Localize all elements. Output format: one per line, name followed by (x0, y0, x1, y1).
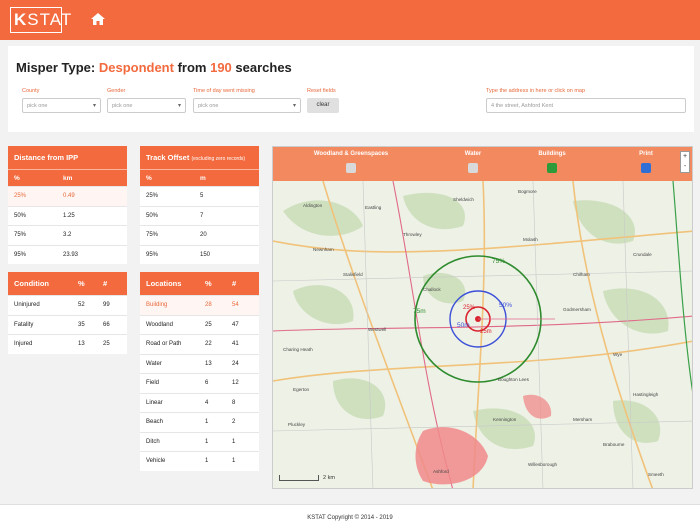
water-layer-label: Water (464, 151, 482, 157)
table-row: 75% 3.2 (8, 225, 127, 245)
place-label: Smeeth (648, 472, 664, 477)
home-icon[interactable] (90, 12, 106, 26)
track-offset-title: Track Offset (excluding zero records) (140, 146, 259, 169)
distance-title: Distance from IPP (8, 146, 127, 169)
zoom-in-button[interactable]: + (681, 152, 689, 162)
table-row: Fatality 35 66 (8, 314, 127, 335)
top-nav-bar: KSTAT (0, 0, 700, 40)
table-row: 75% 20 (140, 225, 259, 245)
address-label: Type the address in here or click on map (486, 88, 586, 94)
table-row: 50% 7 (140, 205, 259, 226)
place-label: Molash (523, 237, 538, 242)
distance-table: Distance from IPP % km 25% 0.49 50% 1.25 75… (8, 146, 127, 264)
table-row: Vehicle 1 1 (140, 451, 259, 471)
search-count: 190 (210, 60, 232, 75)
place-label: Egerton (293, 387, 310, 392)
time-select[interactable]: pick one ▾ (193, 98, 301, 113)
kstat-logo[interactable]: KSTAT (10, 7, 71, 33)
place-label: Charing Heath (283, 347, 313, 352)
footer: KSTAT Copyright © 2014 - 2019 (0, 504, 700, 531)
ring-label-25b: 25m (480, 329, 492, 335)
table-row: Uninjured 52 99 (8, 295, 127, 315)
misper-type: Despondent (98, 60, 174, 75)
place-label: Ashford (433, 469, 449, 474)
place-label: Westwell (368, 327, 386, 332)
place-label: Newnham (313, 247, 334, 252)
table-row: Ditch 1 1 (140, 431, 259, 452)
print-label: Print (639, 151, 653, 157)
ring-label-25: 25% (463, 305, 476, 311)
place-label: Brabourne (603, 442, 625, 447)
table-row: 95% 150 (140, 244, 259, 265)
filter-panel: Misper Type: Despondent from 190 searche… (8, 46, 694, 132)
map-panel[interactable]: Woodland & Greenspaces Water Buildings P… (272, 146, 693, 489)
place-label: Godmersham (563, 307, 591, 312)
reset-label: Reset fields (307, 88, 336, 94)
table-row: 50% 1.25 (8, 205, 127, 226)
map-toolbar: Woodland & Greenspaces Water Buildings P… (273, 147, 692, 181)
print-icon[interactable] (641, 163, 651, 173)
map-scale-bar (279, 475, 319, 481)
address-input[interactable]: 4 the street, Ashford Kent (486, 98, 686, 113)
place-label: Aldington (303, 203, 323, 208)
table-row: Field 6 12 (140, 373, 259, 393)
zoom-control[interactable]: + - (680, 151, 690, 173)
place-label: Wye (613, 352, 623, 357)
chevron-down-icon: ▾ (92, 103, 96, 109)
place-label: Mersham (573, 417, 592, 422)
ring-label-50: 50% (499, 302, 512, 309)
place-label: Bogmore (518, 189, 537, 194)
place-label: Sheldwich (453, 197, 474, 202)
chevron-down-icon: ▾ (177, 103, 181, 109)
gender-label: Gender (107, 88, 126, 94)
table-row: Injured 13 25 (8, 334, 127, 354)
place-label: Eastling (365, 205, 382, 210)
place-label: Boughton Lees (498, 377, 530, 382)
copyright-text: KSTAT Copyright © 2014 - 2019 (307, 515, 393, 521)
table-row: Building 28 54 (140, 295, 259, 315)
table-row: 95% 23.93 (8, 244, 127, 265)
place-label: Chilham (573, 272, 590, 277)
place-label: Kennington (493, 417, 517, 422)
place-label: Willesborough (528, 462, 558, 467)
locations-table: Locations% # Building 28 54 Woodland 25 47 Ro… (140, 272, 259, 471)
track-offset-table: Track Offset (excluding zero records) % m… (140, 146, 259, 264)
table-row: 25% 5 (140, 186, 259, 206)
table-row: Linear 4 8 (140, 392, 259, 413)
map-canvas[interactable]: 75% 75m 50% 50m 25% 25m Aldington Eastli… (273, 181, 693, 489)
water-icon[interactable] (468, 163, 478, 173)
table-row: Water 13 24 (140, 353, 259, 374)
place-label: Throwley (403, 232, 422, 237)
place-label: Hastingleigh (633, 392, 659, 397)
tree-icon[interactable] (346, 163, 356, 173)
buildings-layer-label: Buildings (538, 151, 566, 157)
county-select[interactable]: pick one ▾ (22, 98, 101, 113)
ring-label-75: 75% (492, 258, 505, 265)
gender-select[interactable]: pick one ▾ (107, 98, 186, 113)
ring-label-50b: 50m (457, 322, 470, 329)
clear-button[interactable]: clear (307, 98, 339, 113)
woodland-layer-label: Woodland & Greenspaces (313, 151, 389, 157)
zoom-out-button[interactable]: - (681, 162, 689, 172)
chevron-down-icon: ▾ (292, 103, 296, 109)
place-label: Stalisfield (343, 272, 363, 277)
table-row: Beach 1 2 (140, 412, 259, 432)
table-row: Road or Path 22 41 (140, 334, 259, 354)
ring-label-75b: 75m (413, 308, 426, 315)
building-icon[interactable] (547, 163, 557, 173)
map-scale-label: 2 km (323, 475, 335, 481)
table-row: Woodland 25 47 (140, 314, 259, 335)
table-row: 25% 0.49 (8, 186, 127, 206)
place-label: Pluckley (288, 422, 306, 427)
page-title: Misper Type: Despondent from 190 searche… (16, 60, 292, 75)
county-label: County (22, 88, 40, 94)
condition-table: Condition% # Uninjured 52 99 Fatality 35 66 I… (8, 272, 127, 354)
place-label: Crundale (633, 252, 652, 257)
place-label: Challock (423, 287, 441, 292)
time-label: Time of day went missing (193, 88, 255, 94)
